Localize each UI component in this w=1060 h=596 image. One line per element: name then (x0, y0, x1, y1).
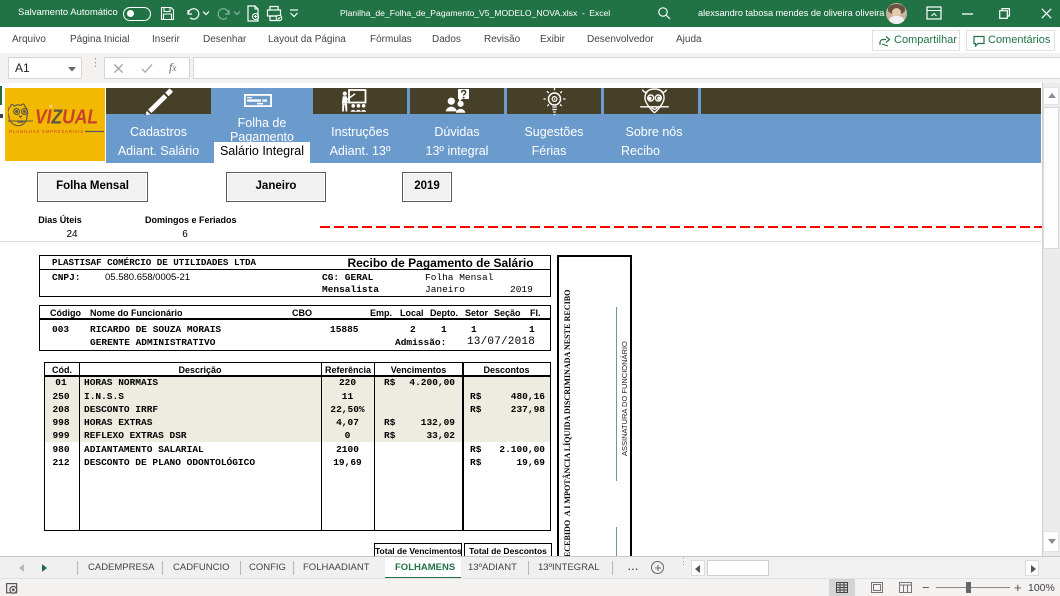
svg-text:VIZUAL: VIZUAL (35, 107, 98, 129)
svg-text:PLANILHAS EMPRESARIAIS: PLANILHAS EMPRESARIAIS (9, 129, 83, 134)
